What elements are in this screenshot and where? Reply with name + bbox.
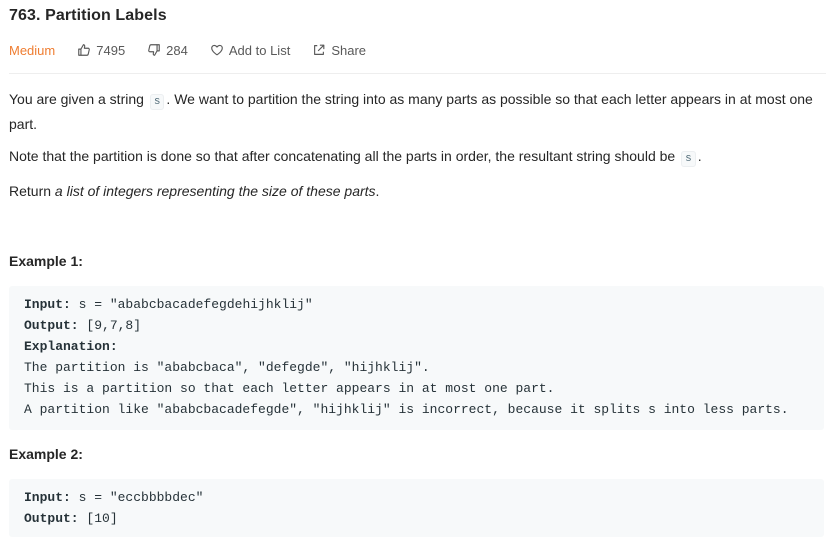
example-2-code-block: Input: s = "eccbbbbdec" Output: [10] xyxy=(9,479,824,537)
example-1-output-line: Output: [9,7,8] xyxy=(24,318,142,333)
thumbs-up-icon xyxy=(78,44,91,56)
example-1-input-line: Input: s = "ababcbacadefegdehijhklij" xyxy=(24,297,313,312)
add-to-list-label: Add to List xyxy=(228,42,291,58)
dislike-button[interactable]: 284 xyxy=(147,43,188,58)
inline-code-s: s xyxy=(149,94,165,110)
example-1-code-block: Input: s = "ababcbacadefegdehijhklij" Ou… xyxy=(9,286,824,430)
like-count: 7495 xyxy=(96,42,126,58)
example-1-explanation-label: Explanation: xyxy=(24,339,118,354)
heart-icon xyxy=(211,44,223,56)
share-button[interactable]: Share xyxy=(312,43,366,58)
problem-title: 763. Partition Labels xyxy=(9,7,167,24)
description-paragraph-3: Return a list of integers representing t… xyxy=(9,183,380,199)
thumbs-down-icon xyxy=(148,44,160,56)
example-1-explanation-line: The partition is "ababcbaca", "defegde",… xyxy=(24,360,430,375)
inline-code-s: s xyxy=(681,151,696,167)
description-paragraph-2: Note that the partition is done so that … xyxy=(9,148,702,167)
example-2-input-line: Input: s = "eccbbbbdec" xyxy=(24,490,204,505)
problem-meta-bar: Medium 7495 284 Add to List Share xyxy=(9,40,366,60)
dislike-count: 284 xyxy=(166,42,188,58)
difficulty-badge: Medium xyxy=(9,42,56,58)
description-paragraph-1: You are given a string s. We want to par… xyxy=(9,91,813,132)
example-1-explanation-line: A partition like "ababcbacadefegde", "hi… xyxy=(24,402,789,417)
example-1-explanation-line: This is a partition so that each letter … xyxy=(24,381,555,396)
like-button[interactable]: 7495 xyxy=(77,43,125,58)
share-label: Share xyxy=(331,42,367,58)
example-2-output-line: Output: [10] xyxy=(24,511,118,526)
example-2-heading: Example 2: xyxy=(9,446,83,462)
share-icon xyxy=(314,44,325,55)
example-1-heading: Example 1: xyxy=(9,253,83,269)
header-divider xyxy=(9,73,826,74)
add-to-list-button[interactable]: Add to List xyxy=(210,43,290,58)
